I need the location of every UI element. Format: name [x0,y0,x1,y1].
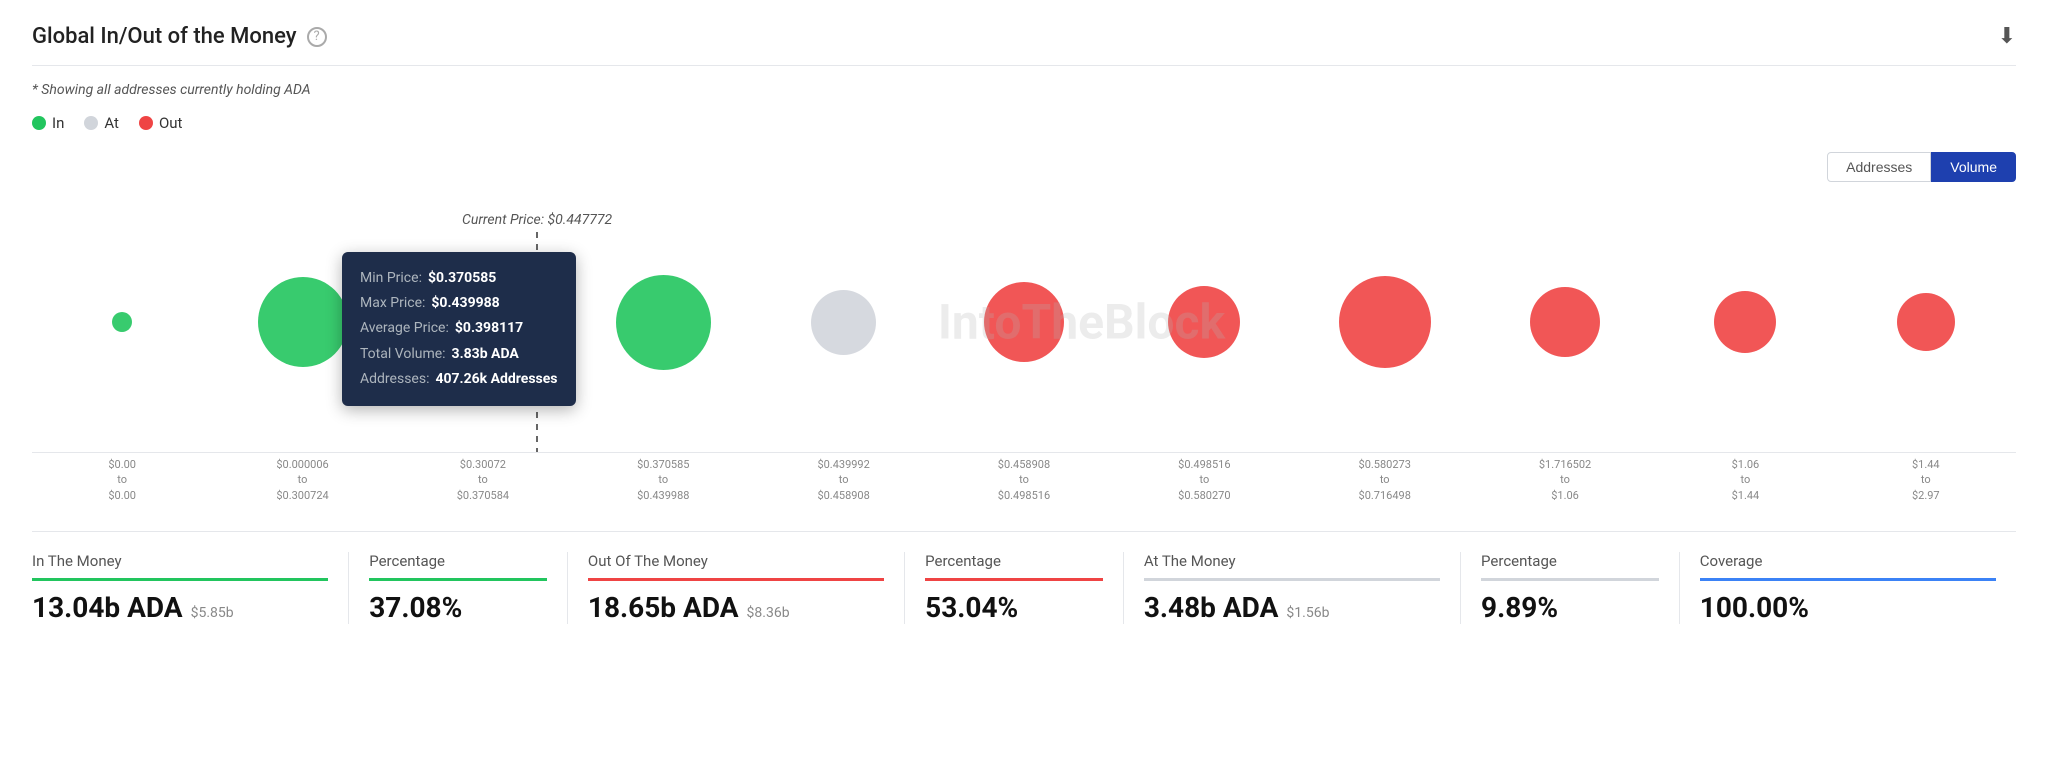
x-axis-col-0: $0.00to$0.00 [32,457,212,503]
addresses-button[interactable]: Addresses [1827,152,1931,182]
in-money-sub: $5.85b [191,605,234,621]
chart-legend: In At Out [32,114,2016,132]
summary-in-the-money: In The Money 13.04b ADA $5.85b [32,552,349,624]
at-money-main: 3.48b ADA [1144,591,1279,624]
bubble-5[interactable] [984,282,1064,362]
x-axis-col-10: $1.44to$2.97 [1836,457,2016,503]
tooltip-min-label: Min Price: [360,266,422,291]
tooltip-addr-label: Addresses: [360,367,429,392]
bubble-0[interactable] [112,312,132,332]
coverage-underline [1700,578,1996,581]
in-money-label: In The Money [32,552,328,570]
current-price-label: Current Price: $0.447772 [462,212,612,228]
out-money-sub: $8.36b [747,605,790,621]
out-pct-label: Percentage [925,552,1103,570]
out-pct-underline [925,578,1103,581]
volume-button[interactable]: Volume [1931,152,2016,182]
tooltip-vol-label: Total Volume: [360,342,446,367]
x-axis-col-1: $0.000006to$0.300724 [212,457,392,503]
legend-dot-in [32,116,46,130]
at-pct-underline [1481,578,1659,581]
at-money-label: At The Money [1144,552,1440,570]
tooltip-addr-value: 407.26k Addresses [435,367,557,392]
in-pct-label: Percentage [369,552,547,570]
coverage-value: 100.00% [1700,591,1809,624]
out-money-underline [588,578,884,581]
help-icon[interactable]: ? [307,27,327,47]
download-icon[interactable]: ⬇ [1998,24,2016,49]
bubble-col-7 [1295,242,1475,402]
legend-label-out: Out [159,114,183,132]
out-money-main: 18.65b ADA [588,591,739,624]
at-money-value-row: 3.48b ADA $1.56b [1144,591,1440,624]
chart-controls: Addresses Volume [32,152,2016,182]
out-money-label: Out Of The Money [588,552,884,570]
bubble-tooltip: Min Price: $0.370585 Max Price: $0.43998… [342,252,576,406]
in-money-pct-section: Percentage 37.08% [349,552,568,624]
chart-title: Global In/Out of the Money [32,24,297,49]
bubble-col-9 [1655,242,1835,402]
at-pct-label: Percentage [1481,552,1659,570]
in-pct-underline [369,578,547,581]
bubble-6[interactable] [1168,286,1240,358]
coverage-label: Coverage [1700,552,1996,570]
x-axis-col-6: $0.498516to$0.580270 [1114,457,1294,503]
tooltip-vol-value: 3.83b ADA [452,342,519,367]
legend-dot-at [84,116,98,130]
bubble-10[interactable] [1897,293,1955,351]
x-axis-col-3: $0.370585to$0.439988 [573,457,753,503]
at-pct-value: 9.89% [1481,591,1558,624]
bubble-9[interactable] [1714,291,1776,353]
x-axis-col-9: $1.06to$1.44 [1655,457,1835,503]
tooltip-avg-value: $0.398117 [455,316,523,341]
in-money-main: 13.04b ADA [32,591,183,624]
chart-area: IntoTheBlock Current Price: $0.447772 Mi… [32,192,2016,452]
tooltip-max-value: $0.439988 [431,291,499,316]
axis-separator [32,452,2016,453]
bubble-col-5 [934,242,1114,402]
legend-label-in: In [52,114,64,132]
bubbles-row [32,242,2016,402]
legend-label-at: At [104,114,119,132]
summary-row: In The Money 13.04b ADA $5.85b Percentag… [32,531,2016,624]
in-money-underline [32,578,328,581]
bubble-col-0 [32,242,212,402]
x-axis: $0.00to$0.00$0.000006to$0.300724$0.30072… [32,457,2016,503]
bubble-col-6 [1114,242,1294,402]
bubble-3[interactable] [616,275,711,370]
x-axis-col-2: $0.30072to$0.370584 [393,457,573,503]
x-axis-col-4: $0.439992to$0.458908 [753,457,933,503]
tooltip-avg-label: Average Price: [360,316,449,341]
chart-header: Global In/Out of the Money ? ⬇ [32,24,2016,66]
header-left: Global In/Out of the Money ? [32,24,327,49]
x-axis-col-5: $0.458908to$0.498516 [934,457,1114,503]
legend-item-at: At [84,114,119,132]
legend-item-in: In [32,114,64,132]
bubble-4[interactable] [811,290,876,355]
in-pct-value: 37.08% [369,591,462,624]
at-money-pct-section: Percentage 9.89% [1461,552,1680,624]
bubble-1[interactable] [258,277,348,367]
at-money-sub: $1.56b [1286,605,1329,621]
at-money-underline [1144,578,1440,581]
summary-coverage: Coverage 100.00% [1680,552,2016,624]
bubble-col-10 [1836,242,2016,402]
bubble-col-8 [1475,242,1655,402]
out-money-value-row: 18.65b ADA $8.36b [588,591,884,624]
legend-item-out: Out [139,114,183,132]
x-axis-col-7: $0.580273to$0.716498 [1295,457,1475,503]
summary-out-of-money: Out Of The Money 18.65b ADA $8.36b [568,552,905,624]
tooltip-max-label: Max Price: [360,291,425,316]
summary-at-the-money: At The Money 3.48b ADA $1.56b [1124,552,1461,624]
tooltip-min-value: $0.370585 [428,266,496,291]
in-money-value-row: 13.04b ADA $5.85b [32,591,328,624]
bubble-7[interactable] [1339,276,1431,368]
bubble-8[interactable] [1530,287,1600,357]
bubble-col-4 [753,242,933,402]
out-money-pct-section: Percentage 53.04% [905,552,1124,624]
chart-subtitle: * Showing all addresses currently holdin… [32,82,2016,98]
x-axis-col-8: $1.716502to$1.06 [1475,457,1655,503]
out-pct-value: 53.04% [925,591,1018,624]
legend-dot-out [139,116,153,130]
